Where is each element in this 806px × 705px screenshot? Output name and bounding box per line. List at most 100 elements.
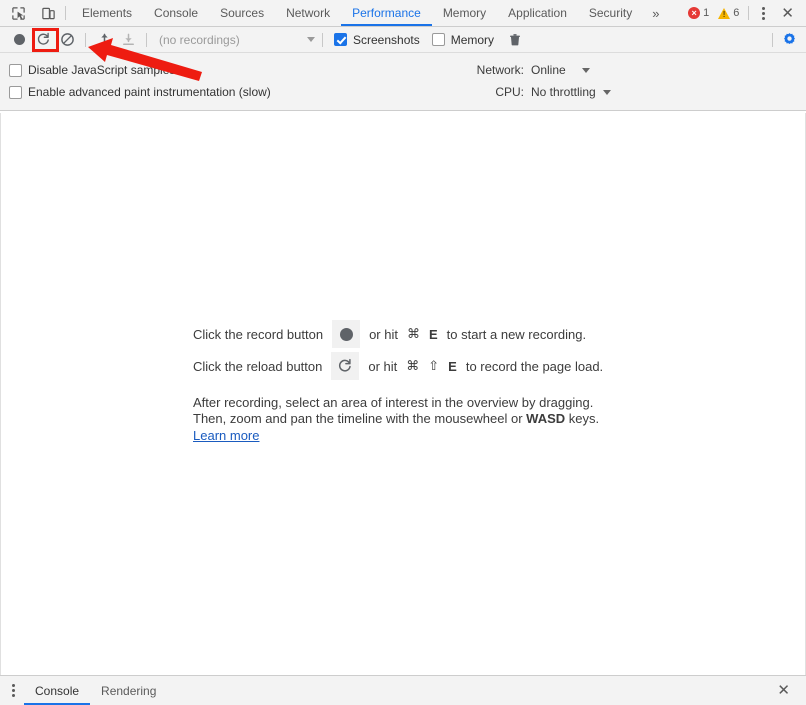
- paint-instrumentation-checkbox-box: [9, 85, 22, 99]
- load-profile-button[interactable]: [93, 30, 115, 50]
- warning-icon: [718, 7, 731, 19]
- reload-shortcut-shift: ⇧: [428, 358, 440, 373]
- close-devtools-icon[interactable]: ✕: [775, 6, 800, 21]
- cpu-dropdown[interactable]: No throttling: [531, 85, 611, 99]
- toolbar-right-group: [767, 30, 800, 50]
- record-button[interactable]: [8, 30, 30, 50]
- drawer-tab-console[interactable]: Console: [24, 676, 91, 705]
- reload-instruction-prefix: Click the reload button: [193, 358, 323, 374]
- drawer-menu-icon[interactable]: [0, 684, 24, 697]
- learn-more-link[interactable]: Learn more: [193, 428, 259, 444]
- memory-checkbox-box: [431, 33, 445, 46]
- more-tabs-icon[interactable]: »: [643, 0, 668, 26]
- disable-js-checkbox-box: [9, 63, 22, 77]
- tab-application[interactable]: Application: [497, 0, 578, 26]
- recordings-value: (no recordings): [159, 32, 240, 47]
- paragraph-line-1: After recording, select an area of inter…: [193, 395, 594, 410]
- drawer-tab-bar: Console Rendering ✕: [0, 675, 806, 705]
- devtools-tab-bar: Elements Console Sources Network Perform…: [0, 0, 806, 27]
- cpu-value: No throttling: [531, 85, 596, 99]
- drawer-tab-label: Rendering: [101, 683, 157, 698]
- toolbar-divider-2: [146, 32, 147, 47]
- memory-checkbox[interactable]: Memory: [431, 32, 495, 47]
- network-value: Online: [531, 63, 566, 77]
- tab-label: Elements: [82, 6, 133, 20]
- landing-instructions: Click the record button or hit ⌘ E to st…: [193, 318, 613, 444]
- disable-js-checkbox[interactable]: Disable JavaScript samples: [9, 63, 175, 77]
- tab-sources[interactable]: Sources: [209, 0, 275, 26]
- tab-bar-tool-icons: [0, 0, 65, 26]
- inspect-element-icon[interactable]: [8, 3, 29, 24]
- error-count-label: 1: [703, 7, 710, 19]
- screenshots-checkbox-box: [334, 33, 347, 46]
- record-instruction-row: Click the record button or hit ⌘ E to st…: [193, 318, 613, 350]
- paint-instrumentation-label: Enable advanced paint instrumentation (s…: [28, 85, 271, 99]
- paragraph-line-2-post: keys.: [568, 411, 600, 426]
- warning-count-label: 6: [733, 7, 740, 19]
- tab-bar-right-controls: × 1 6 ✕: [685, 0, 806, 26]
- landing-paragraph: After recording, select an area of inter…: [193, 395, 613, 444]
- tab-network[interactable]: Network: [275, 0, 341, 26]
- record-instruction-suffix: to start a new recording.: [446, 326, 587, 342]
- memory-label: Memory: [450, 32, 495, 47]
- record-instruction-prefix: Click the record button: [193, 326, 324, 342]
- tab-label: Network: [286, 6, 331, 20]
- network-dropdown[interactable]: Online: [531, 63, 590, 77]
- save-profile-button[interactable]: [117, 30, 139, 50]
- chevron-down-icon: [602, 89, 611, 95]
- tab-elements[interactable]: Elements: [71, 0, 143, 26]
- cpu-throttling-row: CPU: No throttling: [466, 81, 806, 103]
- reload-instruction-or: or hit: [368, 358, 398, 374]
- reload-shortcut-key: E: [448, 358, 457, 374]
- reload-button[interactable]: [32, 30, 54, 50]
- screenshots-checkbox[interactable]: Screenshots: [334, 33, 420, 47]
- reload-instruction-row: Click the reload button or hit ⌘ ⇧ E to …: [193, 350, 613, 382]
- paragraph-line-2-pre: Then, zoom and pan the timeline with the…: [193, 411, 523, 426]
- tab-label: Application: [508, 6, 567, 20]
- toolbar-divider-1: [85, 32, 86, 47]
- more-tabs-label: »: [652, 5, 660, 21]
- right-controls-divider: [748, 6, 750, 20]
- reload-instruction-suffix: to record the page load.: [465, 358, 604, 374]
- paint-instrumentation-checkbox[interactable]: Enable advanced paint instrumentation (s…: [9, 85, 271, 99]
- collect-garbage-button[interactable]: [504, 30, 526, 50]
- toolbar-divider-3: [322, 32, 323, 47]
- record-shortcut-key: E: [428, 326, 438, 342]
- reload-shortcut-modifier: ⌘: [406, 358, 420, 373]
- drawer-tab-rendering[interactable]: Rendering: [90, 676, 167, 705]
- record-icon: [13, 34, 25, 45]
- tab-label: Security: [588, 6, 633, 20]
- capture-settings-pane: Disable JavaScript samples Enable advanc…: [0, 53, 806, 111]
- drawer-tab-label: Console: [35, 683, 80, 698]
- clear-button[interactable]: [56, 30, 78, 50]
- tab-memory[interactable]: Memory: [432, 0, 497, 26]
- recordings-dropdown[interactable]: (no recordings): [154, 33, 315, 47]
- drawer-right-controls: ✕: [771, 676, 806, 705]
- tab-label: Memory: [442, 6, 487, 20]
- record-shortcut-modifier: ⌘: [406, 326, 420, 341]
- tab-label: Performance: [352, 6, 421, 20]
- record-button-chip[interactable]: [332, 320, 361, 348]
- close-drawer-icon[interactable]: ✕: [771, 683, 796, 698]
- main-menu-icon[interactable]: [755, 6, 772, 20]
- panel-tabs: Elements Console Sources Network Perform…: [71, 0, 668, 26]
- error-count-badge[interactable]: × 1: [685, 7, 712, 19]
- tab-performance[interactable]: Performance: [341, 0, 432, 26]
- capture-settings-button[interactable]: [778, 30, 800, 50]
- record-instruction-or: or hit: [369, 326, 398, 342]
- tab-security[interactable]: Security: [578, 0, 643, 26]
- network-throttling-row: Network: Online: [466, 59, 806, 81]
- performance-toolbar: (no recordings) Screenshots Memory: [0, 27, 806, 53]
- device-toolbar-icon[interactable]: [38, 3, 59, 24]
- error-icon: ×: [688, 7, 701, 19]
- network-label: Network:: [476, 63, 524, 77]
- tab-label: Console: [154, 6, 199, 20]
- cpu-label: CPU:: [495, 85, 524, 99]
- reload-button-chip[interactable]: [331, 352, 360, 380]
- screenshots-label: Screenshots: [353, 32, 420, 47]
- warning-count-badge[interactable]: 6: [715, 7, 742, 19]
- record-icon: [339, 327, 353, 341]
- tab-console[interactable]: Console: [143, 0, 209, 26]
- performance-landing-panel: Click the record button or hit ⌘ E to st…: [0, 113, 806, 675]
- wasd-keys-label: WASD: [526, 411, 566, 426]
